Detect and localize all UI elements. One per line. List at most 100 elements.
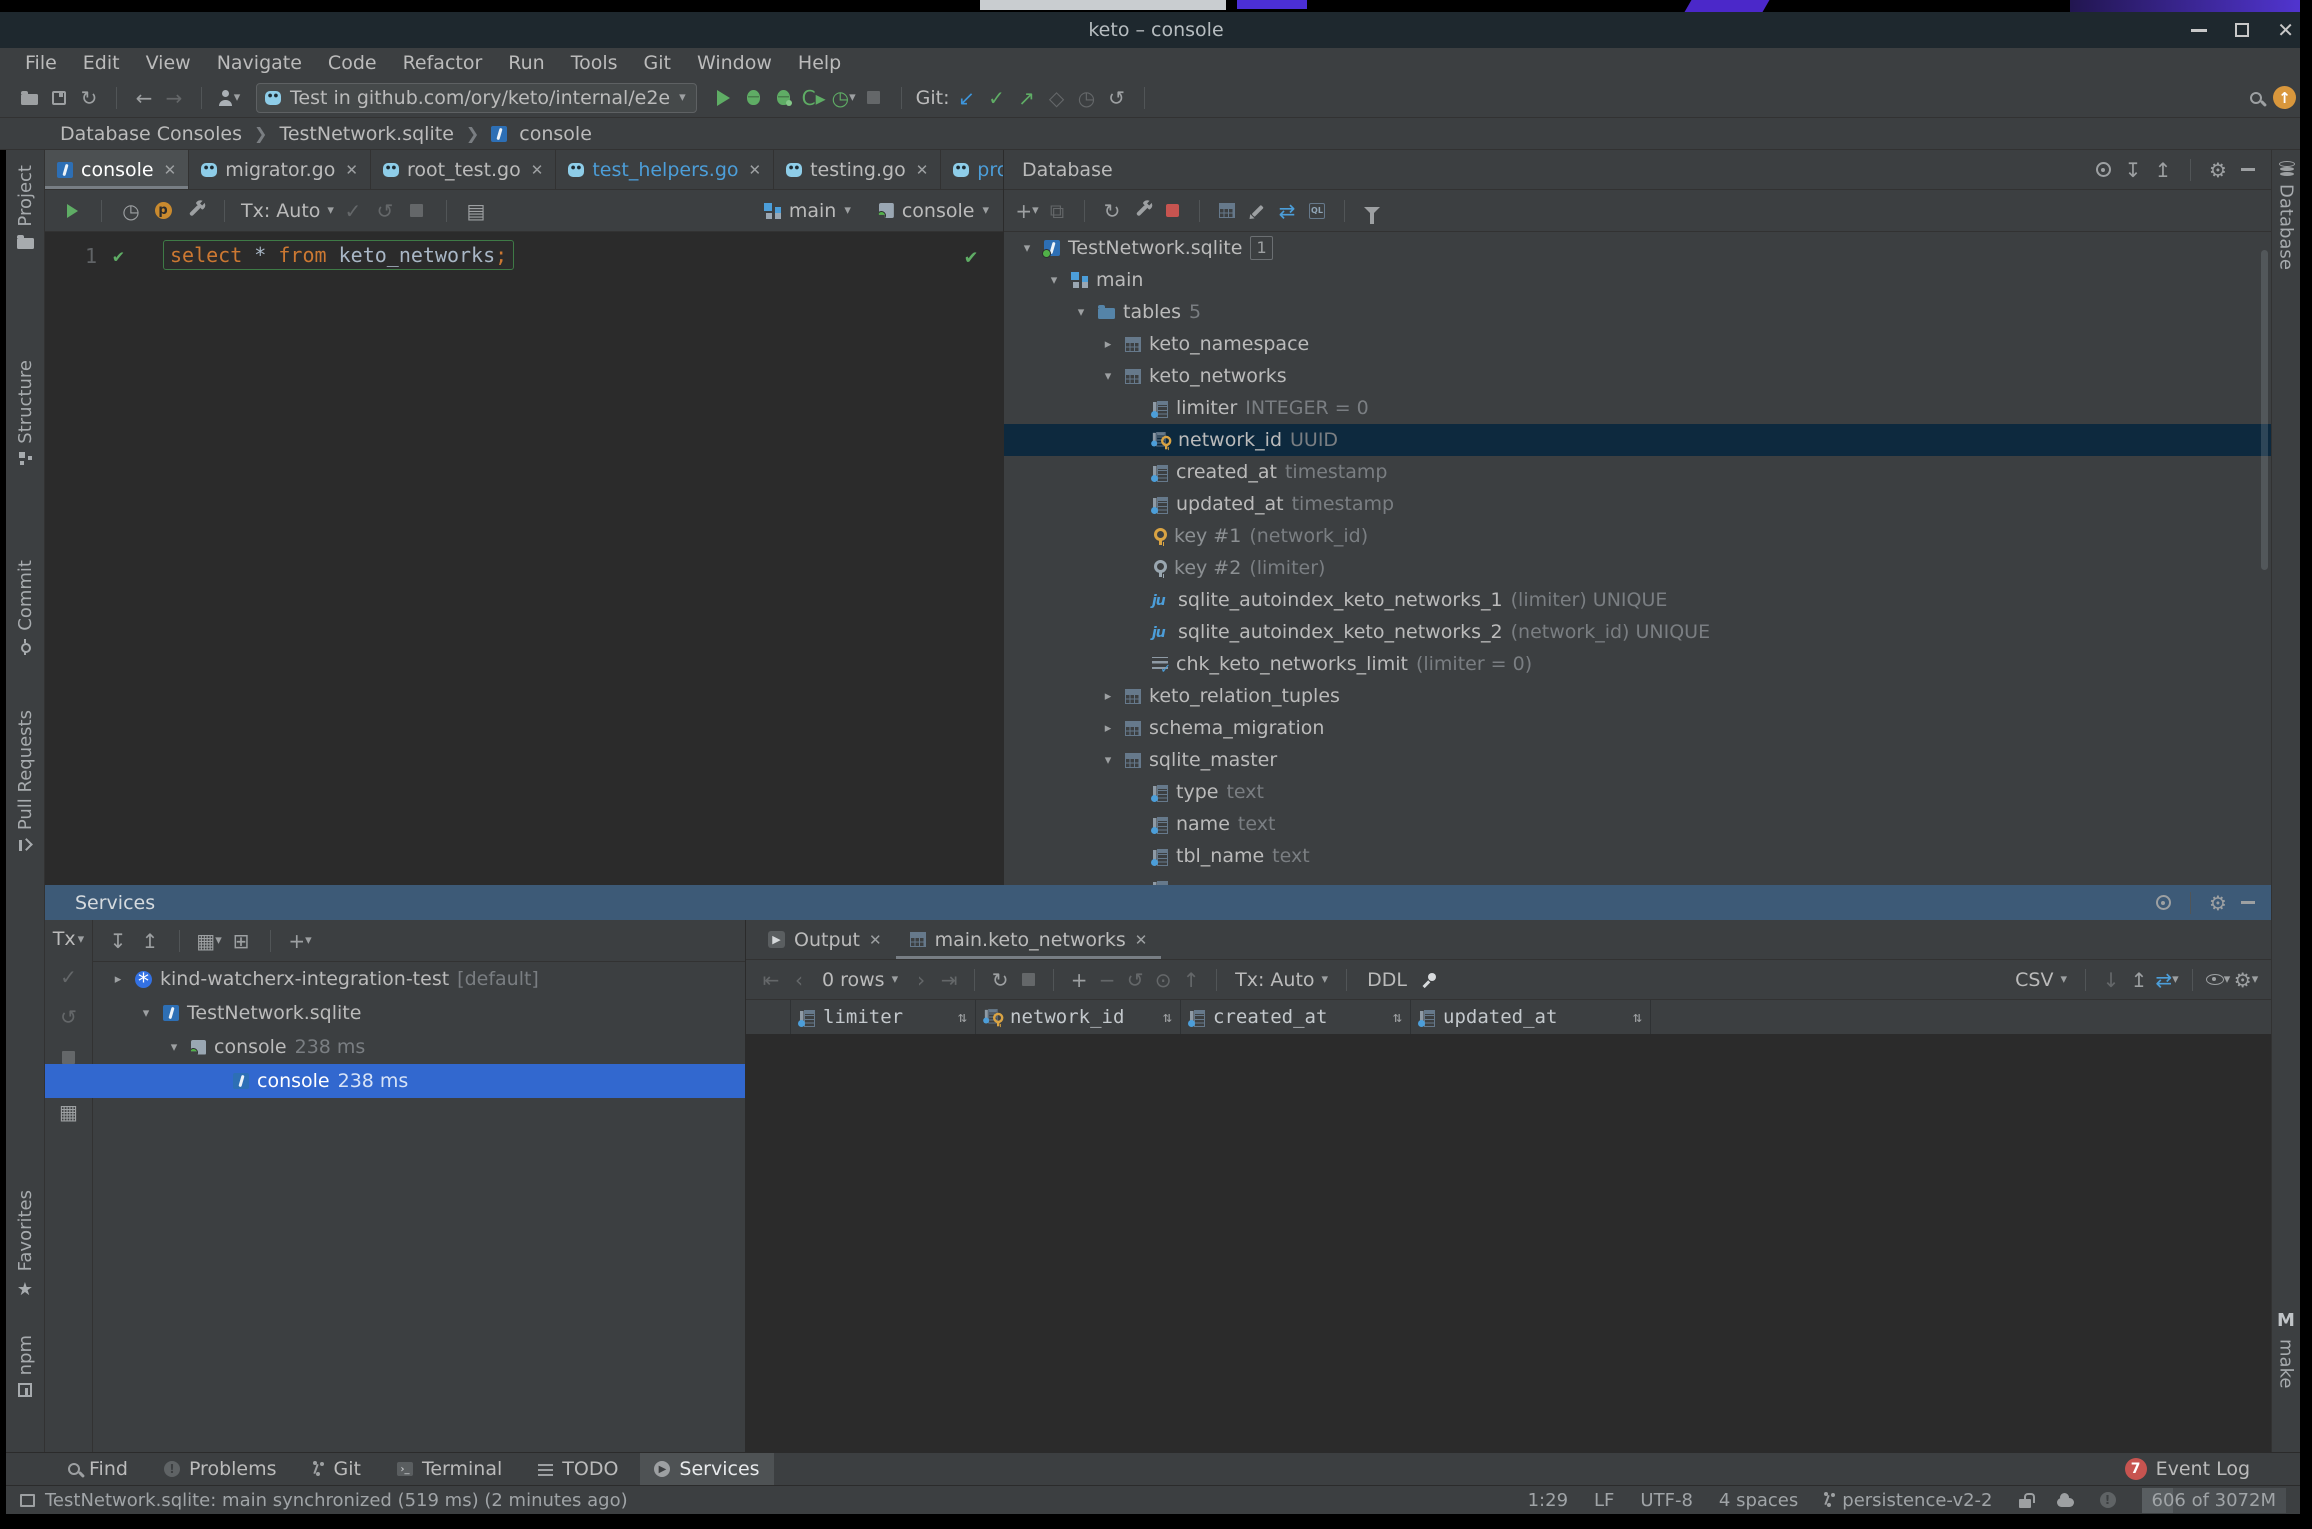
tree-row[interactable]: ▸ schema_migration — [1004, 712, 2271, 744]
service-row[interactable]: ▾ TestNetwork.sqlite — [93, 996, 745, 1030]
menu-refactor[interactable]: Refactor — [390, 52, 496, 74]
sync-arrows-icon[interactable]: ⇄ ▾ — [2154, 967, 2180, 993]
maximize-button[interactable] — [2235, 23, 2250, 37]
schema-select[interactable]: main ▾ — [763, 200, 851, 222]
filter-icon[interactable] — [1359, 198, 1385, 224]
breadcrumb-console[interactable]: console — [519, 123, 592, 145]
tree-row[interactable]: ▾ tables 5 — [1004, 296, 2271, 328]
update-available-icon[interactable]: ↑ — [2273, 86, 2296, 109]
locate-icon[interactable] — [2150, 890, 2176, 916]
hide-panel-icon[interactable] — [2235, 890, 2261, 916]
collapse-all-icon[interactable]: ↥ — [137, 928, 163, 954]
run-configuration-select[interactable]: Test in github.com/ory/keto/internal/e2e… — [256, 82, 697, 113]
tree-row[interactable]: tbl_name text — [1004, 840, 2271, 872]
cloud-sync-icon[interactable] — [2056, 1492, 2074, 1507]
stop-button[interactable] — [861, 85, 887, 111]
output-options-icon[interactable]: ▤ — [463, 198, 489, 224]
submit-icon[interactable]: ⊙ — [1150, 967, 1176, 993]
breadcrumb-datasource[interactable]: TestNetwork.sqlite — [279, 123, 453, 145]
service-row-selected[interactable]: console 238 ms — [45, 1064, 745, 1098]
forward-icon[interactable]: → — [161, 85, 187, 111]
prev-page-icon[interactable]: ‹ — [786, 967, 812, 993]
minimize-button[interactable] — [2191, 28, 2208, 32]
close-icon[interactable]: ✕ — [164, 161, 177, 179]
pin-icon[interactable] — [1417, 967, 1443, 993]
ddl-button[interactable]: DDL — [1359, 969, 1415, 991]
indent-setting[interactable]: 4 spaces — [1719, 1490, 1798, 1511]
tool-button-git[interactable]: Git — [299, 1453, 375, 1486]
menu-edit[interactable]: Edit — [70, 52, 133, 74]
run-button[interactable] — [711, 85, 737, 111]
search-everywhere-icon[interactable] — [2243, 85, 2269, 111]
add-row-icon[interactable]: + — [1066, 967, 1092, 993]
menu-window[interactable]: Window — [684, 52, 785, 74]
settings-wrench-icon[interactable] — [182, 198, 208, 224]
history-icon[interactable]: ◷ — [118, 198, 144, 224]
close-icon[interactable]: ✕ — [531, 161, 544, 179]
tab-root-test-go[interactable]: root_test.go ✕ — [371, 150, 557, 189]
sort-icon[interactable]: ⇅ — [1393, 1008, 1402, 1026]
refresh-icon[interactable]: ↻ — [1099, 198, 1125, 224]
tree-row[interactable]: type text — [1004, 776, 2271, 808]
column-header-created-at[interactable]: created_at ⇅ — [1181, 1000, 1411, 1034]
git-history-icon[interactable]: ◷ — [1074, 85, 1100, 111]
notifications-icon[interactable]: ! — [2099, 1492, 2116, 1508]
menu-file[interactable]: File — [12, 52, 70, 74]
tree-row[interactable]: chk_keto_networks_limit(limiter = 0) — [1004, 648, 2271, 680]
tool-button-structure[interactable]: Structure — [6, 360, 44, 465]
tab-testing-go[interactable]: testing.go ✕ — [774, 150, 942, 189]
stop-icon[interactable] — [1015, 967, 1041, 993]
gear-icon[interactable]: ⚙ ▾ — [2233, 967, 2259, 993]
tree-row[interactable]: ▾ keto_networks — [1004, 360, 2271, 392]
gear-icon[interactable]: ⚙ — [2205, 890, 2231, 916]
locate-icon[interactable] — [2090, 157, 2116, 183]
view-options-icon[interactable]: ▾ — [2205, 967, 2231, 993]
import-icon[interactable]: ↥ — [2126, 967, 2152, 993]
tree-row-selected[interactable]: network_id UUID — [1004, 424, 2271, 456]
tree-row[interactable]: ▸ keto_namespace — [1004, 328, 2271, 360]
session-select[interactable]: console ▾ — [878, 200, 989, 222]
tree-row[interactable]: sqlite_autoindex_keto_networks_2(network… — [1004, 616, 2271, 648]
jump-to-editor-icon[interactable] — [1214, 198, 1240, 224]
service-row[interactable]: ▸kind-watcherx-integration-test[default] — [93, 962, 745, 996]
parameters-icon[interactable]: p — [150, 198, 176, 224]
tool-button-database[interactable]: Database — [2272, 160, 2300, 270]
tool-button-favorites[interactable]: Favorites ★ — [6, 1190, 44, 1300]
memory-indicator[interactable]: 606 of 3072M — [2141, 1487, 2286, 1513]
add-frame-icon[interactable]: ⊞ — [228, 928, 254, 954]
git-cherry-pick-icon[interactable]: ◇ — [1044, 85, 1070, 111]
user-settings-icon[interactable]: ▾ — [216, 85, 242, 111]
commit-tx-icon[interactable]: ✓ — [340, 198, 366, 224]
open-icon[interactable] — [16, 85, 42, 111]
tree-row[interactable]: ▾ sqlite_master — [1004, 744, 2271, 776]
profiler-button[interactable]: ◷ ▾ — [831, 85, 857, 111]
save-all-icon[interactable] — [46, 85, 72, 111]
tool-button-project[interactable]: Project — [6, 165, 44, 249]
tree-row[interactable]: sqlite_autoindex_keto_networks_1(limiter… — [1004, 584, 2271, 616]
git-branch-widget[interactable]: persistence-v2-2 — [1824, 1490, 1993, 1511]
column-header-limiter[interactable]: limiter ⇅ — [791, 1000, 976, 1034]
tool-button-make[interactable]: M make — [2272, 1310, 2300, 1388]
close-icon[interactable]: ✕ — [1135, 931, 1148, 949]
tree-row[interactable]: name text — [1004, 808, 2271, 840]
readonly-lock-icon[interactable] — [2018, 1492, 2035, 1508]
tab-result-grid[interactable]: main.keto_networks ✕ — [895, 920, 1162, 959]
tree-row[interactable]: ▾ TestNetwork.sqlite 1 — [1004, 232, 2271, 264]
group-by-icon[interactable]: ▦ ▾ — [196, 928, 222, 954]
open-console-icon[interactable] — [1304, 198, 1330, 224]
menu-git[interactable]: Git — [631, 52, 684, 74]
sql-statement[interactable]: select * from keto_networks; — [163, 240, 515, 270]
duplicate-icon[interactable]: ⧉ — [1044, 198, 1070, 224]
grid-tx-select[interactable]: Tx: Auto ▾ — [1229, 969, 1334, 991]
expand-all-icon[interactable]: ↧ — [2120, 157, 2146, 183]
tree-row[interactable]: created_at timestamp — [1004, 456, 2271, 488]
service-row[interactable]: ▾ console 238 ms — [93, 1030, 745, 1064]
git-commit-icon[interactable]: ✓ — [984, 85, 1010, 111]
hide-panel-icon[interactable] — [2235, 157, 2261, 183]
tool-button-services[interactable]: Services — [640, 1452, 774, 1486]
disconnect-icon[interactable] — [1159, 198, 1185, 224]
close-icon[interactable]: ✕ — [749, 161, 762, 179]
caret-position[interactable]: 1:29 — [1528, 1490, 1568, 1511]
git-rollback-icon[interactable]: ↺ — [1104, 85, 1130, 111]
sync-arrows-icon[interactable]: ⇄ — [1274, 198, 1300, 224]
